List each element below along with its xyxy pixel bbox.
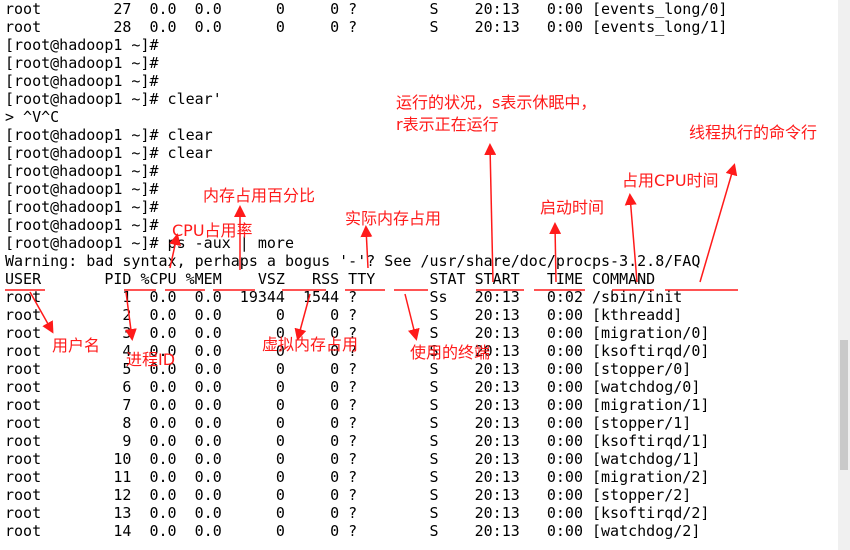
terminal-line: root 5 0.0 0.0 0 0 ? S 20:13 0:00 [stopp… — [5, 360, 692, 378]
terminal-line: root 10 0.0 0.0 0 0 ? S 20:13 0:00 [watc… — [5, 450, 701, 468]
terminal-line: root 2 0.0 0.0 0 0 ? S 20:13 0:00 [kthre… — [5, 306, 683, 324]
scrollbar-thumb[interactable] — [840, 340, 848, 470]
terminal-line: root 11 0.0 0.0 0 0 ? S 20:13 0:00 [migr… — [5, 468, 710, 486]
terminal-line: [root@hadoop1 ~]# clear — [5, 126, 213, 144]
terminal-line: root 13 0.0 0.0 0 0 ? S 20:13 0:00 [ksof… — [5, 504, 710, 522]
terminal-line: [root@hadoop1 ~]# — [5, 198, 159, 216]
terminal-line: [root@hadoop1 ~]# — [5, 36, 159, 54]
terminal-line: [root@hadoop1 ~]# — [5, 72, 159, 90]
terminal-line: root 8 0.0 0.0 0 0 ? S 20:13 0:00 [stopp… — [5, 414, 692, 432]
terminal-line: [root@hadoop1 ~]# — [5, 216, 159, 234]
terminal-line: Warning: bad syntax, perhaps a bogus '-'… — [5, 252, 701, 270]
terminal-line: root 27 0.0 0.0 0 0 ? S 20:13 0:00 [even… — [5, 0, 728, 18]
terminal-line: root 4 0.0 0.0 0 0 ? S 20:13 0:00 [ksoft… — [5, 342, 710, 360]
terminal-line: root 28 0.0 0.0 0 0 ? S 20:13 0:00 [even… — [5, 18, 728, 36]
terminal-line: root 6 0.0 0.0 0 0 ? S 20:13 0:00 [watch… — [5, 378, 701, 396]
terminal-line: [root@hadoop1 ~]# — [5, 54, 159, 72]
terminal-window[interactable]: root 27 0.0 0.0 0 0 ? S 20:13 0:00 [even… — [0, 0, 850, 550]
terminal-line: root 3 0.0 0.0 0 0 ? S 20:13 0:00 [migra… — [5, 324, 710, 342]
vertical-scrollbar[interactable] — [838, 0, 850, 550]
terminal-line: [root@hadoop1 ~]# clear — [5, 144, 213, 162]
terminal-line: [root@hadoop1 ~]# ps -aux | more — [5, 234, 294, 252]
terminal-line: root 12 0.0 0.0 0 0 ? S 20:13 0:00 [stop… — [5, 486, 692, 504]
terminal-line: USER PID %CPU %MEM VSZ RSS TTY STAT STAR… — [5, 270, 656, 288]
terminal-line: [root@hadoop1 ~]# — [5, 162, 159, 180]
terminal-line: [root@hadoop1 ~]# clear' — [5, 90, 222, 108]
terminal-line: root 14 0.0 0.0 0 0 ? S 20:13 0:00 [watc… — [5, 522, 701, 540]
terminal-line: root 1 0.0 0.0 19344 1544 ? Ss 20:13 0:0… — [5, 288, 683, 306]
terminal-line: root 7 0.0 0.0 0 0 ? S 20:13 0:00 [migra… — [5, 396, 710, 414]
terminal-line: > ^V^C — [5, 108, 60, 126]
terminal-line: [root@hadoop1 ~]# — [5, 180, 159, 198]
terminal-line: root 9 0.0 0.0 0 0 ? S 20:13 0:00 [ksoft… — [5, 432, 710, 450]
